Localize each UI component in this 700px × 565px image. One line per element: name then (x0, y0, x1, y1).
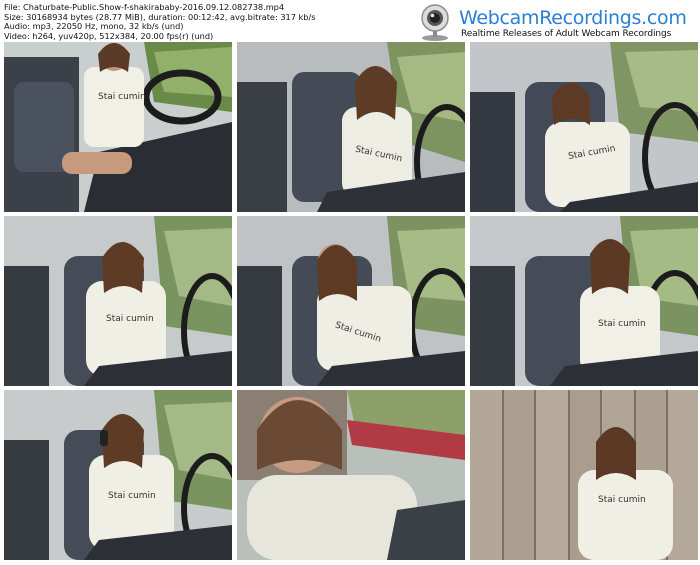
file-info: File: Chaturbate-Public.Show-f-shakiraba… (4, 2, 424, 41)
shirt-text: Stai cumin (598, 319, 646, 329)
thumbnail-7: Stai cumin (4, 390, 232, 560)
video-info-line: Video: h264, yuv420p, 512x384, 20.00 fps… (4, 30, 214, 41)
thumbnail-grid: Stai cumin Stai cumin Stai cumin Stai cu… (4, 42, 698, 562)
shirt-text: Stai cumin (598, 495, 646, 505)
thumbnail-5: Stai cumin (237, 216, 465, 386)
logo-subtitle: Realtime Releases of Adult Webcam Record… (461, 29, 672, 39)
shirt-text: Stai cumin (98, 92, 146, 102)
shirt-text: Stai cumin (106, 314, 154, 324)
thumbnail-2: Stai cumin (237, 42, 465, 212)
thumbnail-9: Stai cumin (470, 390, 698, 560)
shirt-text: Stai cumin (108, 491, 156, 501)
thumbnail-4: Stai cumin (4, 216, 232, 386)
thumbnail-6: Stai cumin (470, 216, 698, 386)
webcam-icon (421, 4, 449, 41)
thumbnail-3: Stai cumin (470, 42, 698, 212)
thumbnail-1: Stai cumin (4, 42, 232, 212)
thumbnail-8 (237, 390, 465, 560)
logo-title: WebcamRecordings.com (459, 7, 687, 29)
site-logo: WebcamRecordings.com Realtime Releases o… (410, 2, 700, 42)
